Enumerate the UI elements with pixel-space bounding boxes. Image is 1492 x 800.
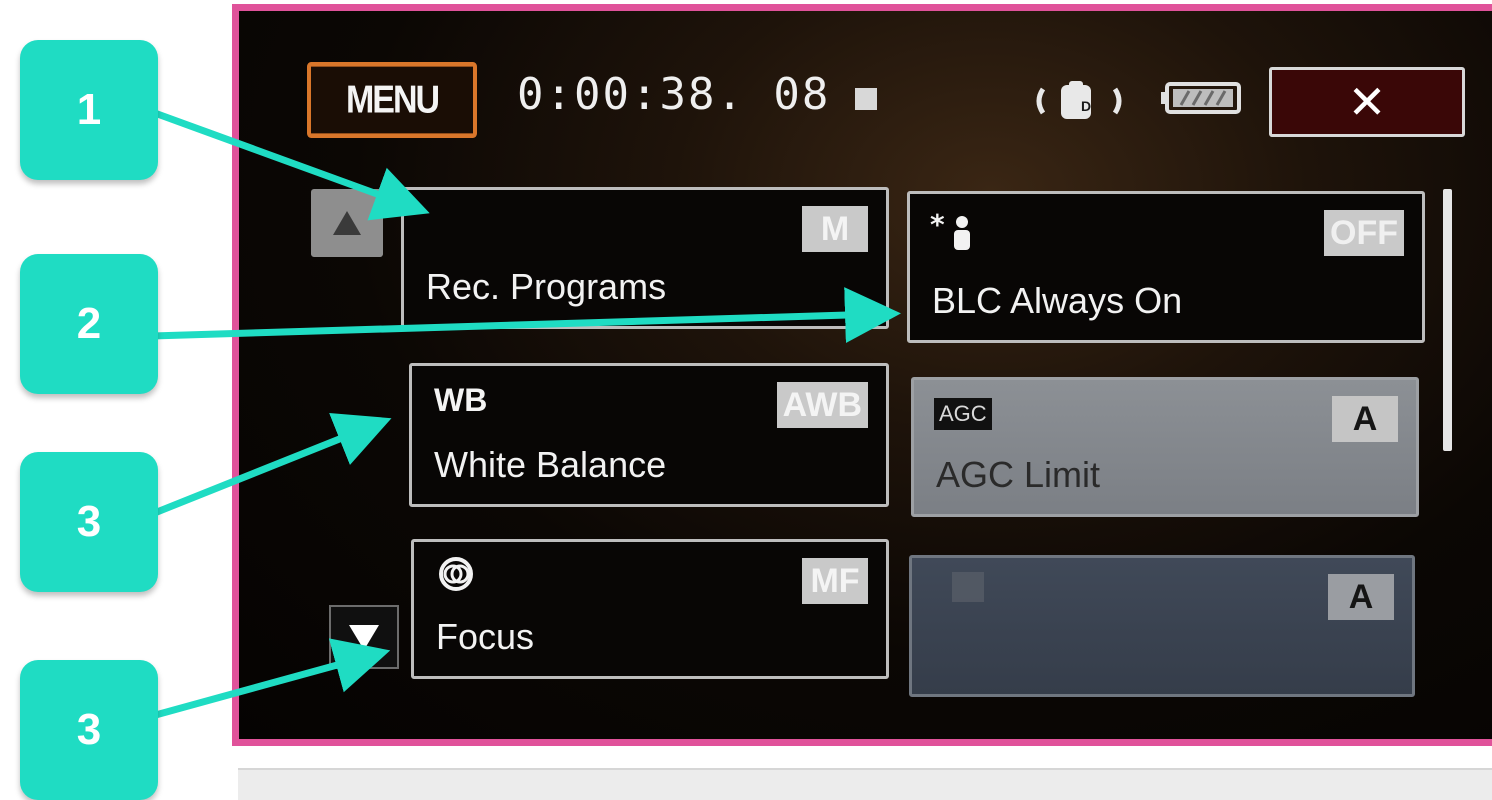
tile-label: White Balance [434, 444, 667, 485]
triangle-down-icon [349, 625, 379, 650]
tile-agc-limit[interactable]: AGC A AGC Limit [911, 377, 1419, 517]
scrollbar[interactable] [1443, 189, 1452, 451]
svg-text:D: D [1081, 98, 1091, 114]
tile-blc-always-on[interactable]: * OFF BLC Always On [907, 191, 1425, 343]
off-badge: OFF [1324, 210, 1404, 256]
page: MENU 0:00:38. 08 D ✕ M Rec. Programs * O… [0, 0, 1492, 800]
image-stabilizer-icon: D [1036, 81, 1122, 119]
backlight-person-icon: * [930, 208, 970, 250]
callout-3: 3 [20, 452, 158, 592]
tile-label: BLC Always On [932, 280, 1183, 321]
tile-focus[interactable]: MF Focus [411, 539, 889, 679]
tile-exposure[interactable]: A [909, 555, 1415, 697]
svg-text:*: * [930, 208, 945, 241]
tile-label: AGC Limit [936, 454, 1101, 495]
menu-button[interactable]: MENU [307, 62, 477, 138]
camera-screen: MENU 0:00:38. 08 D ✕ M Rec. Programs * O… [232, 4, 1492, 746]
scroll-up-button[interactable] [311, 189, 383, 257]
callout-3-second: 3 [20, 660, 158, 800]
battery-icon [1161, 82, 1241, 114]
exposure-icon [952, 572, 984, 602]
callout-2: 2 [20, 254, 158, 394]
wb-icon: WB [434, 382, 488, 418]
mf-badge: MF [802, 558, 868, 604]
stop-icon [855, 88, 877, 110]
scroll-down-button[interactable] [329, 605, 399, 669]
timecode-display: 0:00:38. 08 [517, 69, 831, 120]
tile-white-balance[interactable]: WB AWB White Balance [409, 363, 889, 507]
agc-icon: AGC [934, 398, 992, 430]
mode-badge: M [802, 206, 868, 252]
focus-icon [439, 557, 473, 591]
tile-label: Rec. Programs [426, 266, 667, 307]
triangle-up-icon [333, 211, 361, 235]
awb-badge: AWB [776, 382, 868, 428]
callout-1: 1 [20, 40, 158, 180]
bottom-strip [238, 768, 1492, 800]
close-button[interactable]: ✕ [1269, 67, 1465, 137]
tile-label: Focus [436, 616, 535, 657]
auto-badge: A [1328, 574, 1394, 620]
auto-badge: A [1332, 396, 1398, 442]
tile-rec-programs[interactable]: M Rec. Programs [401, 187, 889, 329]
